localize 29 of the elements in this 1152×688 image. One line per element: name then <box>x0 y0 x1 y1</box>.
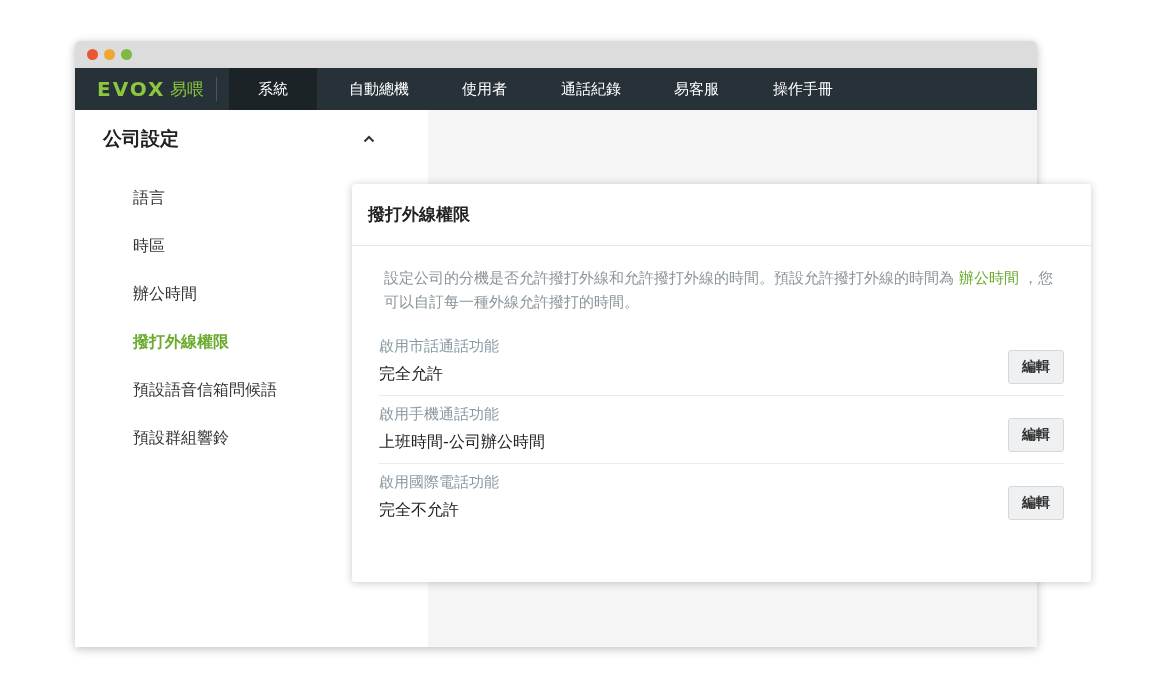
sidebar-item[interactable]: 預設群組響鈴 <box>75 414 229 462</box>
chevron-icon <box>363 135 375 143</box>
nav-tab[interactable]: 使用者 <box>440 68 529 110</box>
nav-tab[interactable]: 易客服 <box>652 68 741 110</box>
panel-title: 撥打外線權限 <box>352 184 1091 246</box>
setting-label: 啟用國際電話功能 <box>379 473 499 492</box>
logo-name: 易喂 <box>169 77 204 101</box>
close-button[interactable] <box>87 49 98 60</box>
nav-tab[interactable]: 系統 <box>228 68 317 110</box>
sidebar-section-header[interactable]: 公司設定 <box>75 122 375 156</box>
setting-label: 啟用手機通話功能 <box>379 405 500 424</box>
sidebar-item[interactable]: 辦公時間 <box>75 270 197 318</box>
logo-wordmark: EVOX <box>97 77 166 101</box>
minimize-button[interactable] <box>104 49 115 60</box>
setting-value: 上班時間-公司辦公時間 <box>379 432 545 453</box>
description-text: 設定公司的分機是否允許撥打外線和允許撥打外線的時間。預設允許撥打外線的時間為 辦公時間 ，您可以自訂每一種外線允許撥打的時間。 <box>384 269 1055 312</box>
setting-value: 完全允許 <box>379 364 444 385</box>
edit-button[interactable]: 編輯 <box>1008 418 1064 452</box>
nav-tab[interactable]: 操作手冊 <box>754 68 851 110</box>
setting-value: 完全不允許 <box>379 500 460 521</box>
nav-tab[interactable]: 自動總機 <box>330 68 427 110</box>
sidebar-item[interactable]: 時區 <box>75 222 165 270</box>
sidebar-item[interactable]: 預設語音信箱問候語 <box>75 366 277 414</box>
edit-button[interactable]: 編輯 <box>1008 350 1064 384</box>
edit-button[interactable]: 編輯 <box>1008 486 1064 520</box>
setting-label: 啟用市話通話功能 <box>379 337 499 356</box>
sidebar-item[interactable]: 語言 <box>75 174 165 222</box>
zoom-button[interactable] <box>121 49 132 60</box>
nav-tab[interactable]: 通話紀錄 <box>542 68 639 110</box>
